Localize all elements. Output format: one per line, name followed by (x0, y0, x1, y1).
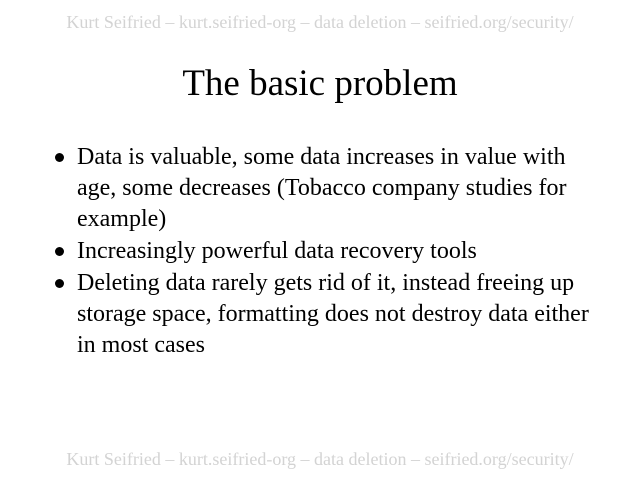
bullet-list: Data is valuable, some data increases in… (52, 142, 592, 362)
bullet-text: Deleting data rarely gets rid of it, ins… (77, 270, 589, 358)
bullet-dot-icon (55, 247, 64, 256)
bullet-item: Deleting data rarely gets rid of it, ins… (52, 268, 592, 361)
footer-watermark: Kurt Seifried – kurt.seifried-org – data… (66, 449, 574, 469)
bullet-item: Data is valuable, some data increases in… (52, 142, 592, 235)
bullet-dot-icon (55, 279, 64, 288)
bullet-text: Data is valuable, some data increases in… (77, 144, 567, 232)
bullet-text: Increasingly powerful data recovery tool… (77, 238, 477, 264)
bullet-dot-icon (55, 153, 64, 162)
header-watermark: Kurt Seifried – kurt.seifried-org – data… (66, 12, 574, 32)
slide-title: The basic problem (182, 63, 458, 104)
bullet-item: Increasingly powerful data recovery tool… (52, 236, 592, 267)
slide: Kurt Seifried – kurt.seifried-org – data… (0, 0, 640, 480)
